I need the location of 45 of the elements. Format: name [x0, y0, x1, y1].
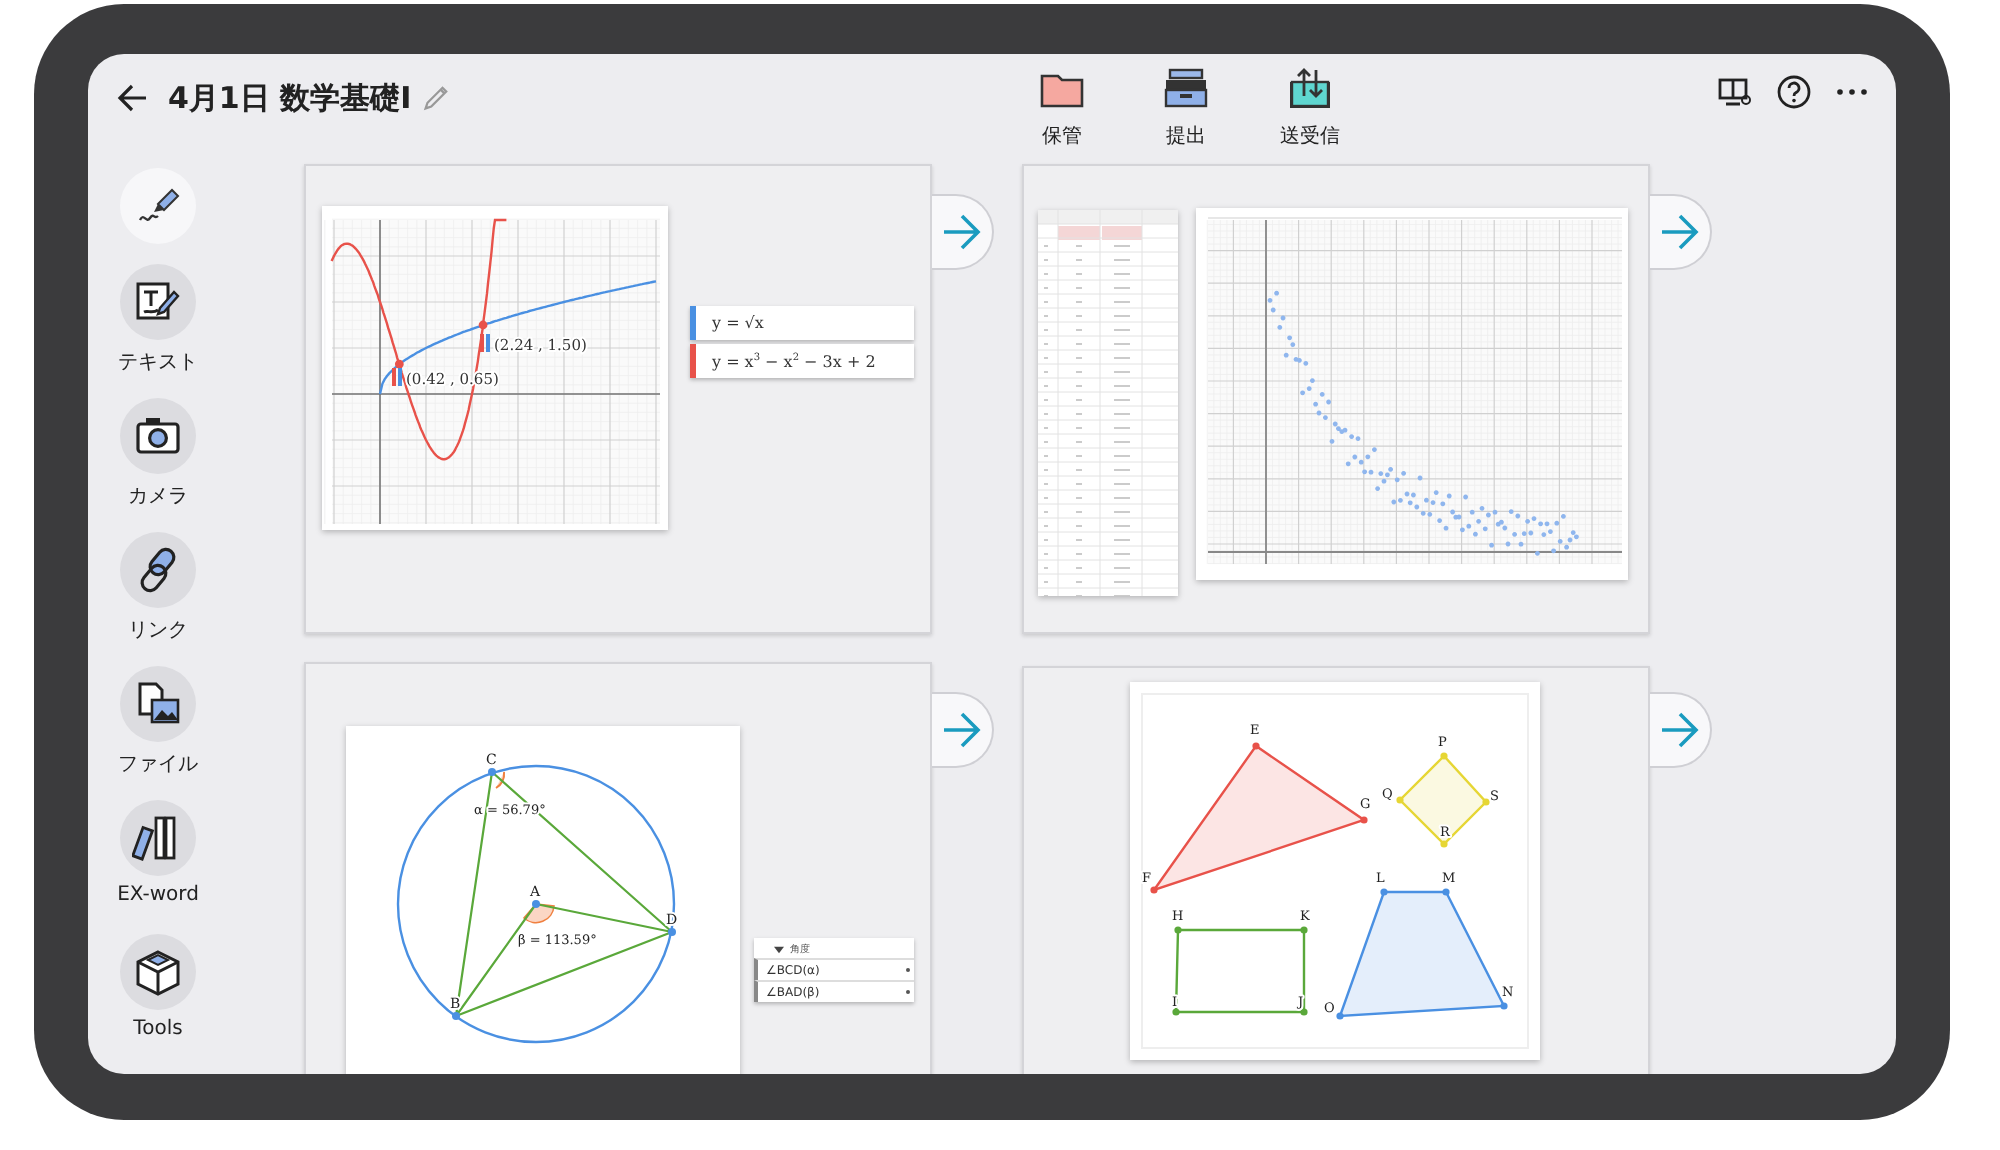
arrow-button[interactable] [932, 194, 994, 270]
arrow-right-icon [940, 210, 984, 254]
arrow-right-icon [940, 708, 984, 752]
tool-label: リンク [128, 618, 188, 646]
tool-label: テキスト [118, 350, 198, 378]
tool-button[interactable] [120, 264, 196, 340]
document-title: 4月1日 数学基礎I [168, 79, 412, 117]
arrow-button[interactable] [1650, 194, 1712, 270]
tool-button[interactable] [120, 398, 196, 474]
pencil-icon [419, 83, 450, 113]
back-button[interactable] [116, 82, 148, 114]
toolbar-button[interactable]: 保管 [1002, 66, 1122, 150]
tool-button[interactable] [120, 934, 196, 1010]
tool-button[interactable] [120, 666, 196, 742]
intersection-point [394, 359, 404, 369]
tool-label: ファイル [118, 752, 198, 780]
legend-row[interactable]: y = √x [690, 306, 914, 340]
transfer-icon [1286, 66, 1334, 110]
toolbar-button[interactable]: 送受信 [1250, 66, 1370, 150]
intersection-point [478, 320, 488, 330]
back-arrow-icon [116, 82, 148, 114]
tool-button[interactable] [120, 532, 196, 608]
tool-button[interactable] [119, 800, 196, 876]
caret-down-icon [774, 945, 784, 953]
arrow-button[interactable] [932, 692, 994, 768]
tool-label: EX-word [117, 884, 199, 910]
arrow-right-icon [1658, 708, 1702, 752]
legend-row[interactable]: y = x$^{3}$ − x$^{2}$ − 3x + 2 [690, 344, 914, 378]
tray-icon [1162, 66, 1210, 110]
display-button[interactable] [1716, 74, 1752, 110]
formula-text: y = √x [712, 314, 764, 332]
help-button[interactable] [1776, 74, 1812, 110]
tool-label: Tools [133, 1018, 183, 1044]
display-icon [1716, 74, 1752, 110]
help-icon [1776, 74, 1812, 110]
more-icon [1836, 88, 1868, 96]
point-marker [392, 368, 402, 386]
tool-label: カメラ [128, 484, 188, 512]
point-marker [480, 334, 490, 352]
toolbar-button[interactable]: 提出 [1126, 66, 1246, 150]
arrow-right-icon [1658, 210, 1702, 254]
formula-text: y = x$^{3}$ − x$^{2}$ − 3x + 2 [712, 351, 876, 371]
box-icon [132, 946, 184, 998]
arrow-button[interactable] [1650, 692, 1712, 768]
tool-button[interactable] [120, 168, 196, 244]
